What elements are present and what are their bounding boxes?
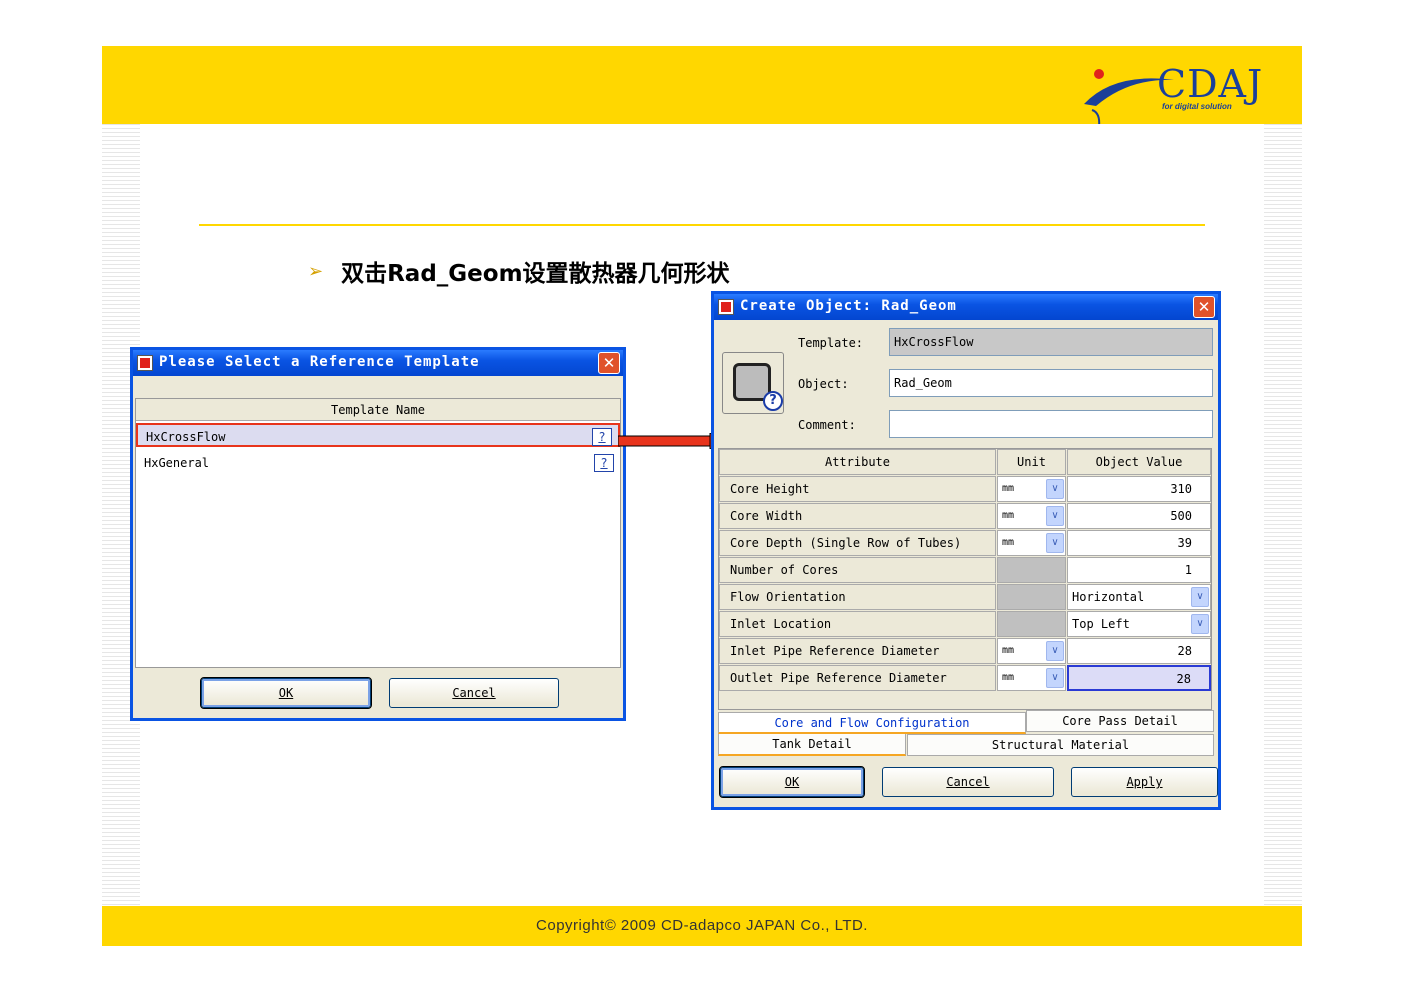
flow-orientation-value: Horizontal [1072,590,1145,604]
unit-select[interactable]: mm ∨ [997,476,1066,502]
attr-outlet-pipe-diameter: Outlet Pipe Reference Diameter [719,665,996,691]
unit-select[interactable]: mm ∨ [997,665,1066,691]
apply-button[interactable]: Apply [1071,767,1218,797]
template-label: Template: [798,336,864,350]
tab-core-pass[interactable]: Core Pass Detail [1026,710,1214,732]
attr-core-height: Core Height [719,476,996,502]
bullet-text: 双击Rad_Geom设置散热器几何形状 [341,261,730,287]
chevron-down-icon[interactable]: ∨ [1046,668,1064,688]
chevron-down-icon[interactable]: ∨ [1191,587,1209,607]
attr-inlet-pipe-diameter: Inlet Pipe Reference Diameter [719,638,996,664]
logo-tagline: for digital solution [1162,102,1232,111]
value-outlet-pipe-diameter[interactable]: 28 [1067,665,1211,691]
cancel-button[interactable]: Cancel [882,767,1054,797]
tab-tank-detail[interactable]: Tank Detail [718,734,906,756]
ok-button[interactable]: OK [200,677,372,709]
help-icon[interactable]: ? [594,454,614,472]
ok-button[interactable]: OK [719,766,865,798]
right-stripe [1264,124,1302,906]
arrow-bullet-icon: ➢ [308,260,324,282]
unit-value: mm [1002,483,1015,494]
chevron-down-icon[interactable]: ∨ [1046,533,1064,553]
title-bar[interactable]: Please Select a Reference Template ✕ [133,350,623,376]
unit-select[interactable]: mm ∨ [997,503,1066,529]
object-field[interactable]: Rad_Geom [889,369,1213,397]
attribute-header: Attribute [719,449,996,475]
app-icon [137,355,153,371]
bullet-line: ➢ 双击Rad_Geom设置散热器几何形状 [308,254,730,288]
unit-select[interactable]: mm ∨ [997,530,1066,556]
unit-select[interactable]: mm ∨ [997,638,1066,664]
attr-core-width: Core Width [719,503,996,529]
logo-text: CDAJ [1157,62,1264,106]
unit-value: mm [1002,510,1015,521]
template-field: HxCrossFlow [889,328,1213,356]
attr-inlet-location: Inlet Location [719,611,996,637]
value-core-height[interactable]: 310 [1067,476,1211,502]
template-row-hxgeneral[interactable]: HxGeneral ? [136,451,620,475]
unit-value: mm [1002,672,1015,683]
inlet-location-value: Top Left [1072,617,1130,631]
apply-label: Apply [1126,775,1163,789]
app-icon [718,299,734,315]
chevron-down-icon[interactable]: ∨ [1046,479,1064,499]
unit-value: mm [1002,645,1015,656]
unit-empty [997,584,1066,610]
template-list: Template Name HxCrossFlow ? HxGeneral ? [135,398,621,668]
create-object-dialog: Create Object: Rad_Geom ✕ ? Template: Hx… [711,291,1221,810]
cancel-button[interactable]: Cancel [389,678,559,708]
tab-core-flow[interactable]: Core and Flow Configuration [718,712,1026,734]
object-label: Object: [798,377,849,391]
attr-number-of-cores: Number of Cores [719,557,996,583]
value-core-depth[interactable]: 39 [1067,530,1211,556]
help-icon[interactable]: ? [592,428,612,446]
ok-label: OK [784,775,800,789]
close-icon[interactable]: ✕ [598,352,620,374]
chevron-down-icon[interactable]: ∨ [1046,641,1064,661]
close-icon[interactable]: ✕ [1193,296,1215,318]
unit-header: Unit [997,449,1066,475]
value-inlet-pipe-diameter[interactable]: 28 [1067,638,1211,664]
comment-label: Comment: [798,418,856,432]
value-number-of-cores[interactable]: 1 [1067,557,1211,583]
template-row-hxcrossflow[interactable]: HxCrossFlow ? [136,423,620,447]
attribute-grid: Attribute Unit Object Value Core Height … [718,448,1212,710]
attr-flow-orientation: Flow Orientation [719,584,996,610]
chevron-down-icon[interactable]: ∨ [1191,614,1209,634]
inlet-location-select[interactable]: Top Left ∨ [1067,611,1211,637]
comment-field[interactable] [889,410,1213,438]
unit-empty [997,611,1066,637]
attr-core-depth: Core Depth (Single Row of Tubes) [719,530,996,556]
question-icon: ? [763,391,783,411]
unit-value: mm [1002,537,1015,548]
template-select-dialog: Please Select a Reference Template ✕ Tem… [130,347,626,721]
dialog-title: Create Object: Rad_Geom [740,298,957,314]
title-bar[interactable]: Create Object: Rad_Geom ✕ [714,294,1218,320]
template-row-label: HxGeneral [144,456,210,470]
template-row-label: HxCrossFlow [146,430,226,444]
unit-empty [997,557,1066,583]
chevron-down-icon[interactable]: ∨ [1046,506,1064,526]
cancel-label: Cancel [946,775,990,789]
value-header: Object Value [1067,449,1211,475]
ok-label: OK [278,686,294,700]
title-rule [199,224,1205,226]
red-arrow-icon [618,433,724,449]
value-core-width[interactable]: 500 [1067,503,1211,529]
dialog-title: Please Select a Reference Template [159,354,480,370]
tab-structural[interactable]: Structural Material [907,734,1214,756]
copyright: Copyright© 2009 CD-adapco JAPAN Co., LTD… [536,917,868,934]
object-icon: ? [722,352,784,414]
flow-orientation-select[interactable]: Horizontal ∨ [1067,584,1211,610]
cancel-label: Cancel [452,686,496,700]
template-name-header: Template Name [136,399,620,421]
